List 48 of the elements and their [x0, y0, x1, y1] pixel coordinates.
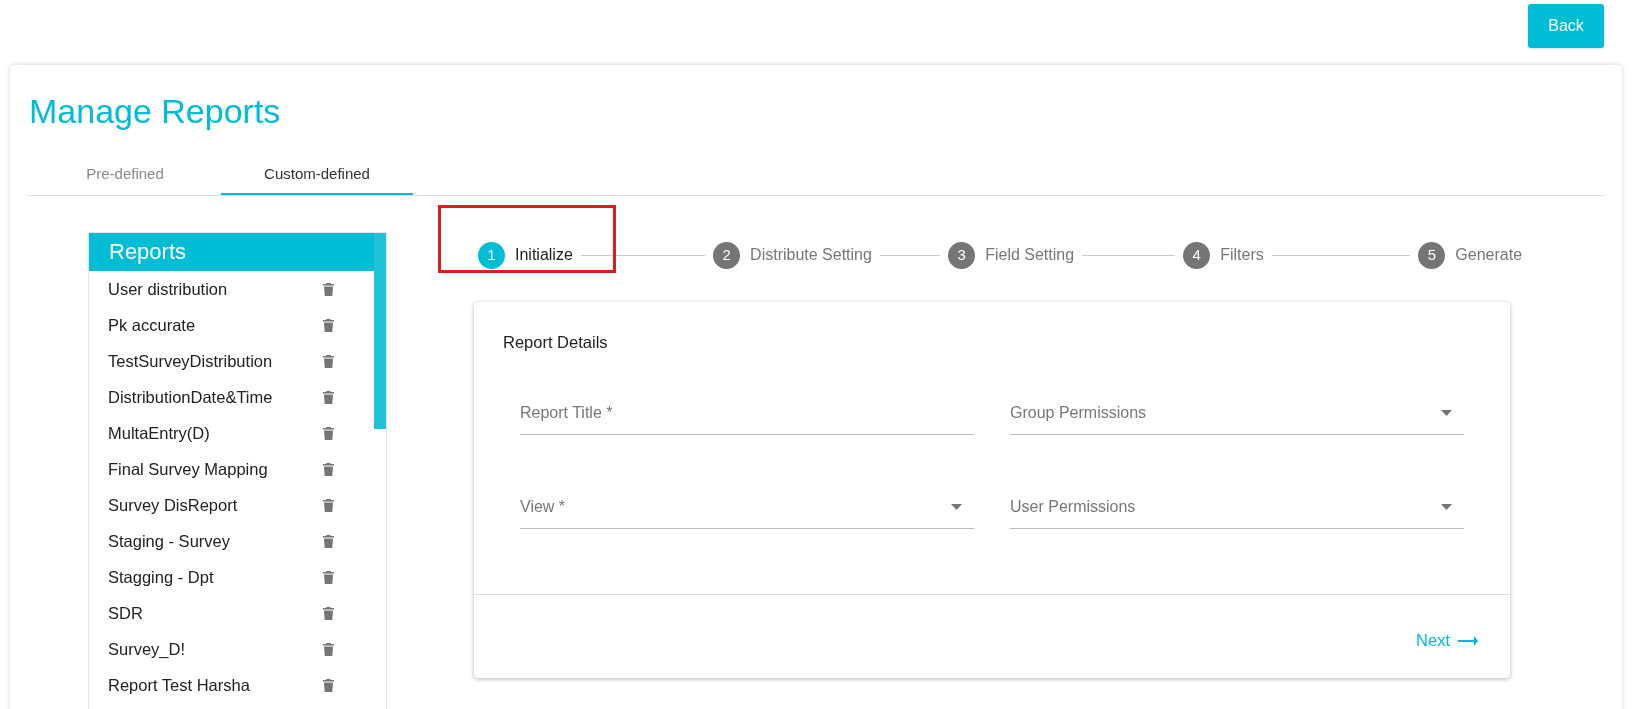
select-field[interactable]: View * [520, 495, 951, 520]
step-label[interactable]: Filters [1220, 243, 1264, 267]
report-item[interactable]: Report Test Harsha [108, 672, 250, 698]
report-item[interactable]: Staging - Survey [108, 528, 230, 554]
report-item[interactable]: Pk accurate [108, 312, 196, 338]
select-field[interactable]: Group Permissions [1010, 401, 1441, 426]
tab[interactable]: Custom-defined [221, 155, 413, 195]
trash-icon[interactable] [323, 462, 334, 476]
step-label[interactable]: Distribute Setting [750, 243, 872, 267]
trash-icon[interactable] [323, 318, 334, 332]
section-heading: Report Details [503, 332, 609, 353]
arrow-right-icon [1458, 635, 1478, 646]
step-number: 4 [1183, 241, 1211, 269]
trash-icon[interactable] [323, 642, 334, 656]
trash-icon[interactable] [323, 282, 334, 296]
trash-icon[interactable] [323, 354, 334, 368]
step-number: 2 [713, 241, 741, 269]
report-item[interactable]: Survey_D! [108, 636, 186, 662]
dropdown-caret-icon [1441, 410, 1452, 417]
report-item[interactable]: User distribution [108, 276, 228, 302]
report-item[interactable]: Survey DisReport [108, 492, 238, 518]
page-title: Manage Reports [29, 91, 282, 132]
step-label[interactable]: Generate [1455, 243, 1523, 267]
reports-header: Reports [89, 233, 374, 271]
report-item[interactable]: SDR [108, 600, 143, 626]
step-label[interactable]: Initialize [515, 243, 573, 267]
input-field[interactable]: Report Title * [520, 401, 962, 426]
report-item[interactable]: Final Survey Mapping [108, 456, 268, 482]
dropdown-caret-icon [951, 504, 962, 511]
report-item[interactable]: TestSurveyDistribution [108, 348, 273, 374]
select-field[interactable]: User Permissions [1010, 495, 1441, 520]
trash-icon[interactable] [323, 570, 334, 584]
dropdown-caret-icon [1441, 504, 1452, 511]
trash-icon[interactable] [323, 498, 334, 512]
trash-icon[interactable] [323, 534, 334, 548]
report-item[interactable]: MultaEntry(D) [108, 420, 210, 446]
tab[interactable]: Pre-defined [29, 155, 221, 195]
trash-icon[interactable] [323, 678, 334, 692]
step-number: 1 [478, 241, 505, 269]
trash-icon[interactable] [323, 390, 334, 404]
trash-icon[interactable] [323, 606, 334, 620]
scrollbar-thumb[interactable] [374, 233, 386, 429]
step-label[interactable]: Field Setting [985, 243, 1075, 267]
step-number: 5 [1418, 241, 1446, 269]
report-item[interactable]: Stagging - Dpt [108, 564, 214, 590]
trash-icon[interactable] [323, 426, 334, 440]
report-item[interactable]: DistributionDate&Time [108, 384, 273, 410]
step-number: 3 [948, 241, 976, 269]
